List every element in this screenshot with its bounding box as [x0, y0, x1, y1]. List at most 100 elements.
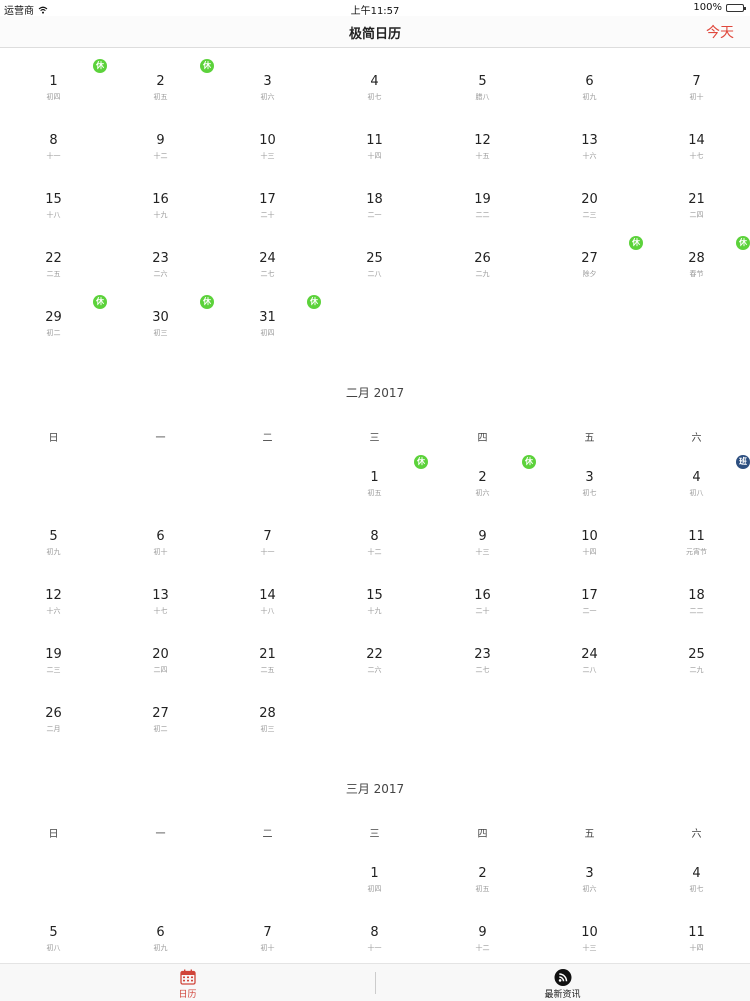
day-cell[interactable]: 5 初九	[0, 503, 107, 562]
day-cell[interactable]: 1 初四	[321, 840, 428, 899]
day-cell[interactable]: 10 十三	[536, 899, 643, 958]
calendar-scroll-view[interactable]: 1 初四休 2 初五休 3 初六 4 初七 5 腊八 6 初九 7 初十 8 十一 9 十二 10 十三 11 十四 12 十…	[0, 48, 750, 963]
day-cell[interactable]: 11 十四	[321, 107, 428, 166]
day-cell[interactable]: 26 二九	[429, 225, 536, 284]
day-cell[interactable]: 22 二五	[0, 225, 107, 284]
lunar-date: 二一	[582, 607, 597, 615]
day-cell[interactable]: 22 二六	[321, 621, 428, 680]
day-cell[interactable]: 8 十一	[0, 107, 107, 166]
weekday-label: 六	[691, 829, 702, 840]
day-cell[interactable]: 21 二五	[214, 621, 321, 680]
day-cell[interactable]: 13 十六	[536, 107, 643, 166]
day-cell[interactable]: 14 十七	[643, 107, 750, 166]
day-cell[interactable]: 17 二十	[214, 166, 321, 225]
day-cell[interactable]: 3 初七	[536, 444, 643, 503]
lunar-date: 元宵节	[686, 548, 707, 556]
day-cell[interactable]: 3 初六	[214, 48, 321, 107]
lunar-date: 十六	[582, 152, 597, 160]
day-number: 15	[45, 192, 62, 207]
day-cell[interactable]: 25 二九	[643, 621, 750, 680]
day-cell[interactable]: 4 初七	[643, 840, 750, 899]
day-cell[interactable]: 1 初五 休	[321, 444, 428, 503]
day-cell[interactable]: 28 初三	[214, 680, 321, 739]
day-cell[interactable]: 4 初七	[321, 48, 428, 107]
lunar-date: 二七	[475, 666, 490, 674]
day-cell[interactable]: 28 春节 休	[643, 225, 750, 284]
day-cell[interactable]: 19 二二	[429, 166, 536, 225]
day-cell[interactable]: 10 十三	[214, 107, 321, 166]
day-cell[interactable]: 24 二八	[536, 621, 643, 680]
day-cell[interactable]: 13 十七	[107, 562, 214, 621]
day-cell[interactable]: 4 初八 班	[643, 444, 750, 503]
day-cell[interactable]: 19 二三	[0, 621, 107, 680]
day-cell[interactable]: 7 十一	[214, 503, 321, 562]
day-number: 19	[474, 192, 491, 207]
day-cell[interactable]: 10 十四	[536, 503, 643, 562]
day-number: 23	[152, 251, 169, 266]
day-number: 11	[688, 529, 705, 544]
day-cell[interactable]: 9 十二	[107, 107, 214, 166]
day-cell[interactable]: 5 腊八	[429, 48, 536, 107]
day-cell[interactable]: 15 十九	[321, 562, 428, 621]
day-cell[interactable]: 18 二一	[321, 166, 428, 225]
day-cell[interactable]: 23 二七	[429, 621, 536, 680]
day-cell[interactable]: 6 初九	[107, 899, 214, 958]
day-cell[interactable]: 20 二四	[107, 621, 214, 680]
day-cell[interactable]: 2 初五	[429, 840, 536, 899]
day-cell[interactable]: 7 初十	[643, 48, 750, 107]
day-cell[interactable]: 27 初二	[107, 680, 214, 739]
day-cell[interactable]: 9 十二	[429, 899, 536, 958]
lunar-date: 二四	[153, 666, 168, 674]
holiday-badge: 休	[629, 236, 643, 250]
lunar-date: 除夕	[582, 270, 597, 278]
day-cell[interactable]: 15 十八	[0, 166, 107, 225]
day-cell[interactable]: 20 二三	[536, 166, 643, 225]
day-cell[interactable]: 1 初四 休	[0, 48, 107, 107]
day-cell[interactable]: 24 二七	[214, 225, 321, 284]
day-cell[interactable]: 16 二十	[429, 562, 536, 621]
day-number: 27	[581, 251, 598, 266]
day-number: 17	[581, 588, 598, 603]
day-cell[interactable]: 12 十五	[429, 107, 536, 166]
lunar-date: 十四	[689, 944, 704, 952]
day-cell[interactable]: 11 十四	[643, 899, 750, 958]
day-cell[interactable]: 27 除夕 休	[536, 225, 643, 284]
holiday-badge: 休	[414, 455, 428, 469]
day-cell[interactable]: 17 二一	[536, 562, 643, 621]
day-cell[interactable]: 11 元宵节	[643, 503, 750, 562]
day-cell[interactable]: 7 初十	[214, 899, 321, 958]
app-title: 极简日历	[348, 27, 401, 42]
day-cell[interactable]: 6 初九	[536, 48, 643, 107]
day-cell[interactable]: 23 二六	[107, 225, 214, 284]
day-cell[interactable]: 3 初六	[536, 840, 643, 899]
tab-calendar[interactable]: 日历	[0, 964, 375, 1001]
weekday-label: 一	[155, 829, 166, 840]
lunar-date: 初六	[475, 489, 490, 497]
day-cell[interactable]: 8 十二	[321, 503, 428, 562]
day-cell[interactable]: 5 初八	[0, 899, 107, 958]
today-button[interactable]: 今天	[706, 22, 734, 42]
day-cell[interactable]: 14 十八	[214, 562, 321, 621]
day-number: 23	[474, 647, 491, 662]
day-cell[interactable]: 2 初五 休	[107, 48, 214, 107]
day-cell[interactable]: 29 初二 休	[0, 284, 107, 343]
day-cell[interactable]: 26 二月	[0, 680, 107, 739]
day-cell[interactable]: 18 二二	[643, 562, 750, 621]
day-cell[interactable]: 12 十六	[0, 562, 107, 621]
day-cell[interactable]: 8 十一	[321, 899, 428, 958]
day-cell[interactable]: 6 初十	[107, 503, 214, 562]
day-cell[interactable]: 9 十三	[429, 503, 536, 562]
day-cell[interactable]: 30 初三 休	[107, 284, 214, 343]
tab-news[interactable]: 最新资讯	[375, 964, 750, 1001]
day-cell[interactable]: 2 初六 休	[429, 444, 536, 503]
day-cell[interactable]: 31 初四 休	[214, 284, 321, 343]
lunar-date: 二十	[475, 607, 490, 615]
day-cell[interactable]: 25 二八	[321, 225, 428, 284]
lunar-date: 十九	[153, 211, 168, 219]
tab-calendar-label: 日历	[178, 990, 197, 1000]
tab-bar: 日历 最新资讯	[0, 963, 750, 1001]
day-cell[interactable]: 21 二四	[643, 166, 750, 225]
day-number: 11	[366, 133, 383, 148]
lunar-date: 二月	[46, 725, 61, 733]
day-cell[interactable]: 16 十九	[107, 166, 214, 225]
